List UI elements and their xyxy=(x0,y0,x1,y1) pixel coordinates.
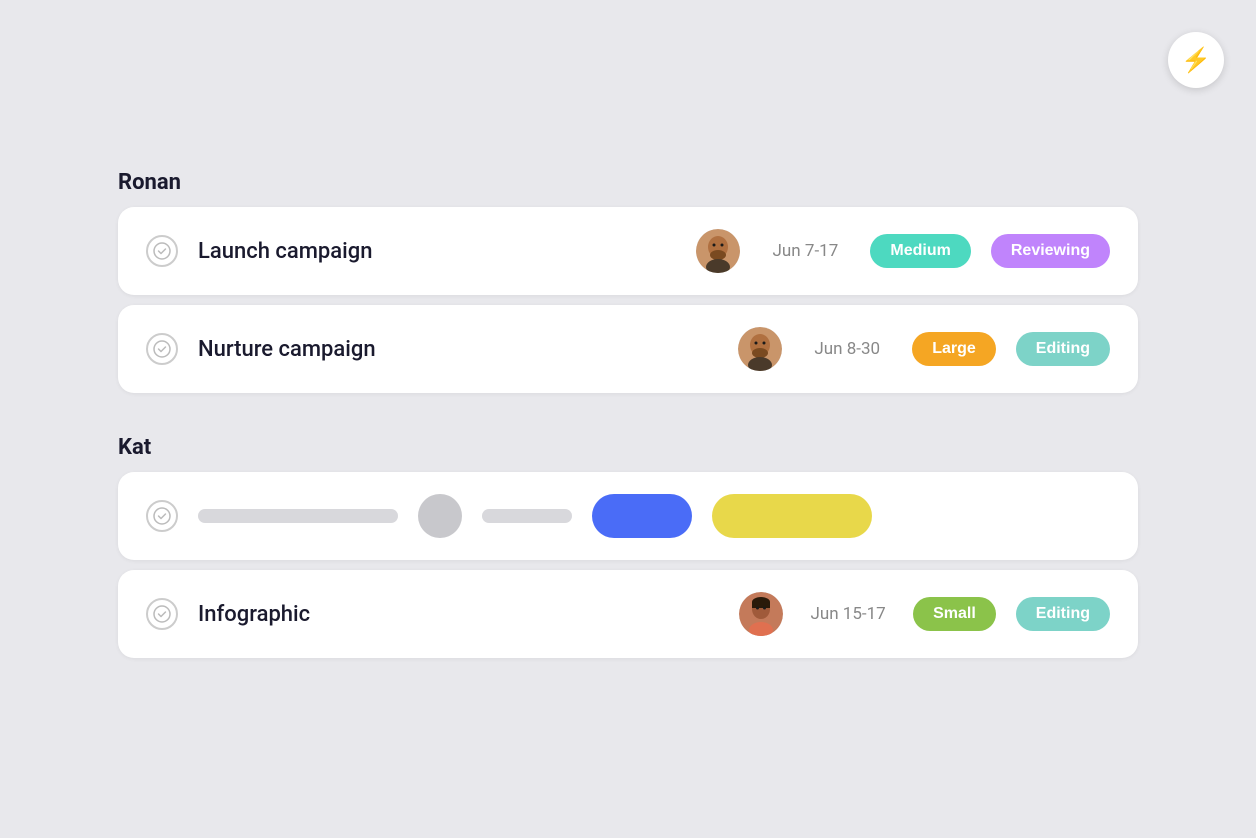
date-placeholder-loading-task xyxy=(482,509,572,523)
check-icon-infographic[interactable] xyxy=(146,598,178,630)
avatar-placeholder-loading-task xyxy=(418,494,462,538)
status-badge-infographic[interactable]: Editing xyxy=(1016,597,1110,631)
priority-badge-infographic[interactable]: Small xyxy=(913,597,996,631)
avatar-infographic xyxy=(739,592,783,636)
task-title-infographic: Infographic xyxy=(198,602,719,627)
priority-badge-launch-campaign[interactable]: Medium xyxy=(870,234,970,268)
date-range-nurture-campaign: Jun 8-30 xyxy=(802,339,892,359)
avatar-launch-campaign xyxy=(696,229,740,273)
status-badge-nurture-campaign[interactable]: Editing xyxy=(1016,332,1110,366)
date-range-launch-campaign: Jun 7-17 xyxy=(760,241,850,261)
check-icon-launch-campaign[interactable] xyxy=(146,235,178,267)
task-card-infographic: Infographic Jun 15-17 Small Editing xyxy=(118,570,1138,658)
section-ronan: Ronan Launch campaign Jun 7-17 Medium Revi… xyxy=(118,170,1138,403)
task-title-placeholder-loading-task xyxy=(198,509,398,523)
task-title-nurture-campaign: Nurture campaign xyxy=(198,337,718,362)
task-title-launch-campaign: Launch campaign xyxy=(198,239,676,264)
task-card-nurture-campaign: Nurture campaign Jun 8-30 Large Editing xyxy=(118,305,1138,393)
lightning-quick-action-button[interactable]: ⚡ xyxy=(1168,32,1224,88)
section-kat: Kat Infographic Jun 15-17 Small Editing xyxy=(118,435,1138,668)
priority-badge-placeholder-loading-task[interactable] xyxy=(592,494,692,538)
main-container: Ronan Launch campaign Jun 7-17 Medium Revi… xyxy=(118,150,1138,688)
task-card-launch-campaign: Launch campaign Jun 7-17 Medium Reviewing xyxy=(118,207,1138,295)
priority-badge-nurture-campaign[interactable]: Large xyxy=(912,332,996,366)
section-label-ronan: Ronan xyxy=(118,170,1138,195)
status-badge-placeholder-loading-task[interactable] xyxy=(712,494,872,538)
check-icon-loading-task[interactable] xyxy=(146,500,178,532)
avatar-nurture-campaign xyxy=(738,327,782,371)
check-icon-nurture-campaign[interactable] xyxy=(146,333,178,365)
date-range-infographic: Jun 15-17 xyxy=(803,604,893,624)
status-badge-launch-campaign[interactable]: Reviewing xyxy=(991,234,1110,268)
section-label-kat: Kat xyxy=(118,435,1138,460)
task-card-loading-task xyxy=(118,472,1138,560)
lightning-icon: ⚡ xyxy=(1181,46,1211,75)
